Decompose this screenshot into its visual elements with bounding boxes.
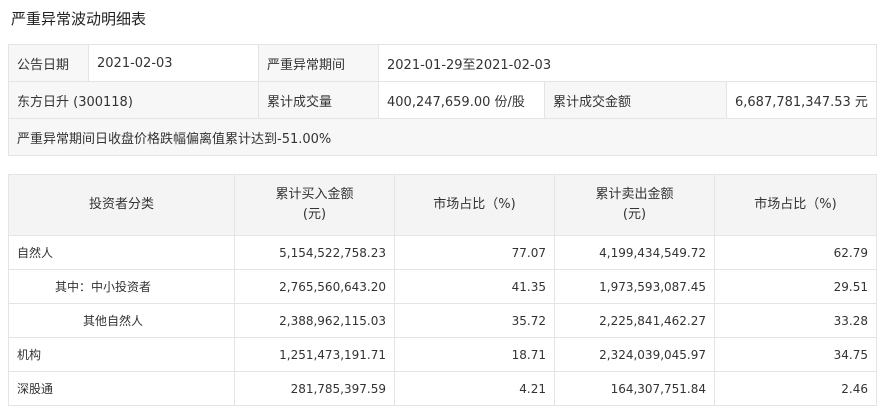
row-buy-share: 41.35	[394, 269, 555, 304]
header-sell-amount: 累计卖出金额 (元)	[554, 174, 715, 236]
page-title: 严重异常波动明细表	[11, 10, 147, 28]
row-sell-amount: 4,199,434,549.72	[554, 235, 715, 270]
announce-date-label: 公告日期	[8, 44, 89, 82]
header-category: 投资者分类	[8, 174, 235, 236]
announce-date-value: 2021-02-03	[88, 44, 259, 82]
volume-label: 累计成交量	[258, 81, 379, 119]
header-sell-amount-line1: 累计卖出金额	[595, 187, 674, 202]
row-buy-share: 18.71	[394, 337, 555, 372]
row-sell-amount: 2,324,039,045.97	[554, 337, 715, 372]
header-buy-amount: 累计买入金额 (元)	[234, 174, 395, 236]
stock-name: 东方日升 (300118)	[8, 81, 259, 119]
summary-table: 公告日期 2021-02-03 严重异常期间 2021-01-29至2021-0…	[7, 44, 878, 156]
header-buy-amount-line1: 累计买入金额	[275, 187, 354, 202]
row-buy-amount: 5,154,522,758.23	[234, 235, 395, 270]
period-label: 严重异常期间	[258, 44, 379, 82]
row-sell-share: 62.79	[714, 235, 877, 270]
volume-value: 400,247,659.00 份/股	[378, 81, 545, 119]
summary-row: 公告日期 2021-02-03 严重异常期间 2021-01-29至2021-0…	[8, 44, 878, 82]
table-row: 其中：中小投资者 2,765,560,643.20 41.35 1,973,59…	[8, 269, 877, 304]
row-category: 深股通	[8, 371, 235, 406]
row-category: 自然人	[8, 235, 235, 270]
header-buy-amount-line2: (元)	[302, 207, 327, 222]
row-buy-share: 4.21	[394, 371, 555, 406]
row-category: 其他自然人	[8, 303, 235, 338]
row-sell-share: 29.51	[714, 269, 877, 304]
row-buy-amount: 2,765,560,643.20	[234, 269, 395, 304]
row-category: 其中：中小投资者	[8, 269, 235, 304]
row-sell-amount: 2,225,841,462.27	[554, 303, 715, 338]
deviation-note: 严重异常期间日收盘价格跌幅偏离值累计达到-51.00%	[7, 118, 878, 156]
summary-row: 东方日升 (300118) 累计成交量 400,247,659.00 份/股 累…	[8, 81, 878, 119]
summary-row: 严重异常期间日收盘价格跌幅偏离值累计达到-51.00%	[7, 118, 878, 156]
row-buy-amount: 2,388,962,115.03	[234, 303, 395, 338]
period-value: 2021-01-29至2021-02-03	[377, 44, 878, 82]
row-sell-share: 33.28	[714, 303, 877, 338]
table-row: 其他自然人 2,388,962,115.03 35.72 2,225,841,4…	[8, 303, 877, 338]
table-row: 机构 1,251,473,191.71 18.71 2,324,039,045.…	[8, 337, 877, 372]
row-sell-share: 34.75	[714, 337, 877, 372]
row-category: 机构	[8, 337, 235, 372]
investor-table: 投资者分类 累计买入金额 (元) 市场占比（%) 累计卖出金额 (元) 市场占比…	[8, 174, 877, 406]
header-buy-share: 市场占比（%)	[394, 174, 555, 236]
table-row: 深股通 281,785,397.59 4.21 164,307,751.84 2…	[8, 371, 877, 406]
header-sell-amount-line2: (元)	[622, 207, 647, 222]
row-sell-amount: 1,973,593,087.45	[554, 269, 715, 304]
row-buy-amount: 1,251,473,191.71	[234, 337, 395, 372]
row-sell-share: 2.46	[714, 371, 877, 406]
row-sell-amount: 164,307,751.84	[554, 371, 715, 406]
amount-label: 累计成交金额	[544, 81, 727, 119]
table-header-row: 投资者分类 累计买入金额 (元) 市场占比（%) 累计卖出金额 (元) 市场占比…	[8, 174, 877, 236]
amount-value: 6,687,781,347.53 元	[725, 81, 878, 119]
row-buy-share: 35.72	[394, 303, 555, 338]
table-row: 自然人 5,154,522,758.23 77.07 4,199,434,549…	[8, 235, 877, 270]
header-sell-share: 市场占比（%)	[714, 174, 877, 236]
row-buy-share: 77.07	[394, 235, 555, 270]
row-buy-amount: 281,785,397.59	[234, 371, 395, 406]
